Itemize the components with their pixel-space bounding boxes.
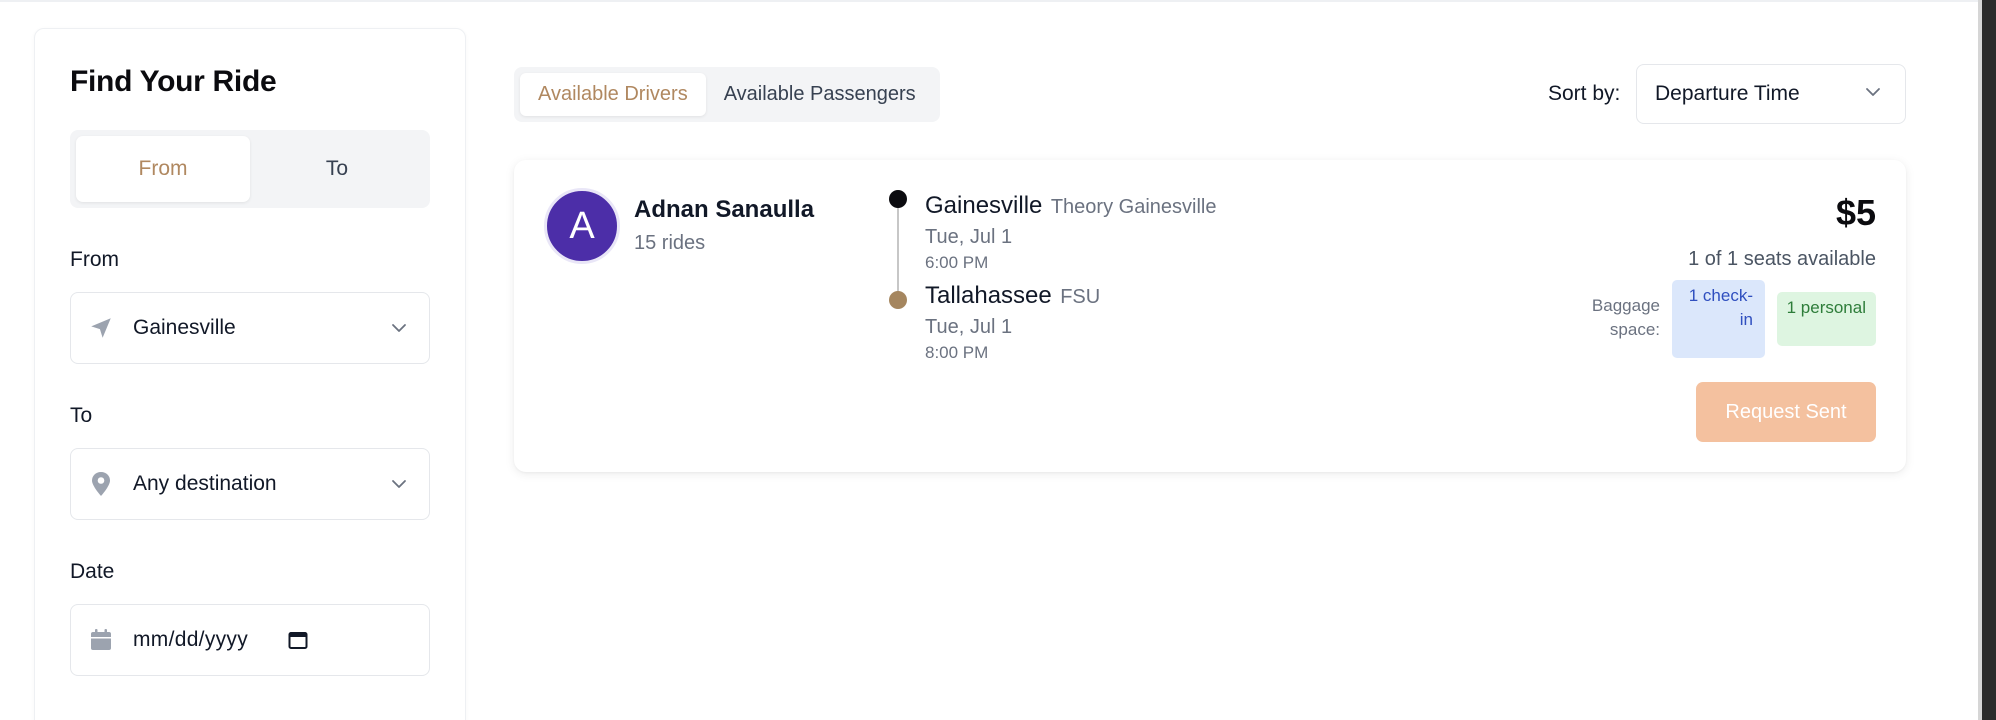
- ride-price: $5: [1835, 192, 1876, 233]
- destination-time: 8:00 PM: [925, 343, 989, 362]
- tab-available-passengers[interactable]: Available Passengers: [706, 73, 934, 116]
- chevron-down-icon: [389, 474, 409, 494]
- destination-place: FSU: [1060, 286, 1101, 308]
- to-select-value: Any destination: [133, 472, 277, 495]
- seats-available: 1 of 1 seats available: [1688, 248, 1876, 270]
- destination-city: Tallahassee: [925, 282, 1052, 309]
- to-field-label: To: [70, 404, 93, 427]
- route-line: [897, 200, 899, 300]
- sort-label: Sort by:: [1548, 82, 1621, 105]
- baggage-info: Baggage space: 1 check-in 1 personal: [1576, 280, 1876, 358]
- ride-type-tabs: Available Drivers Available Passengers: [514, 67, 940, 122]
- sort-select-value: Departure Time: [1655, 82, 1800, 105]
- origin-dot-icon: [889, 190, 907, 208]
- calendar-icon: [87, 626, 115, 654]
- destination-stop: Tallahassee FSU Tue, Jul 1 8:00 PM: [925, 282, 1100, 363]
- top-divider: [0, 0, 1980, 2]
- destination-dot-icon: [889, 291, 907, 309]
- request-sent-button[interactable]: Request Sent: [1696, 382, 1876, 442]
- from-select[interactable]: Gainesville: [70, 292, 430, 364]
- chevron-down-icon: [1863, 82, 1883, 107]
- origin-place: Theory Gainesville: [1050, 196, 1217, 218]
- origin-time: 6:00 PM: [925, 253, 989, 272]
- ride-card[interactable]: A Adnan Sanaulla 15 rides Gainesville Th…: [514, 160, 1906, 472]
- calendar-picker-icon[interactable]: [287, 629, 309, 651]
- sidebar-title: Find Your Ride: [70, 65, 277, 98]
- toggle-from-button[interactable]: From: [76, 136, 250, 202]
- toggle-to-button[interactable]: To: [250, 136, 424, 202]
- origin-city: Gainesville: [925, 192, 1043, 219]
- window-edge: [1982, 0, 1996, 720]
- map-pin-icon: [87, 470, 115, 498]
- chevron-down-icon: [389, 318, 409, 338]
- driver-rides-count: 15 rides: [634, 232, 706, 254]
- driver-name: Adnan Sanaulla: [634, 196, 815, 223]
- from-field-label: From: [70, 248, 119, 271]
- direction-toggle: From To: [70, 130, 430, 208]
- baggage-label: Baggage space:: [1591, 296, 1660, 339]
- filter-sidebar: Find Your Ride From To From Gainesville …: [34, 28, 466, 720]
- page: Find Your Ride From To From Gainesville …: [0, 0, 1996, 720]
- location-arrow-icon: [87, 314, 115, 342]
- from-select-value: Gainesville: [133, 316, 236, 339]
- tab-available-drivers[interactable]: Available Drivers: [520, 73, 706, 116]
- checkin-baggage-badge: 1 check-in: [1672, 280, 1765, 358]
- personal-baggage-badge: 1 personal: [1777, 292, 1876, 346]
- sort-select[interactable]: Departure Time: [1636, 64, 1906, 124]
- to-select[interactable]: Any destination: [70, 448, 430, 520]
- origin-date: Tue, Jul 1: [925, 226, 1013, 248]
- avatar: A: [544, 188, 620, 264]
- date-field-label: Date: [70, 560, 115, 583]
- origin-stop: Gainesville Theory Gainesville Tue, Jul …: [925, 192, 1216, 273]
- destination-date: Tue, Jul 1: [925, 316, 1013, 338]
- date-input[interactable]: mm/dd/yyyy: [70, 604, 430, 676]
- date-input-value: mm/dd/yyyy: [133, 628, 249, 651]
